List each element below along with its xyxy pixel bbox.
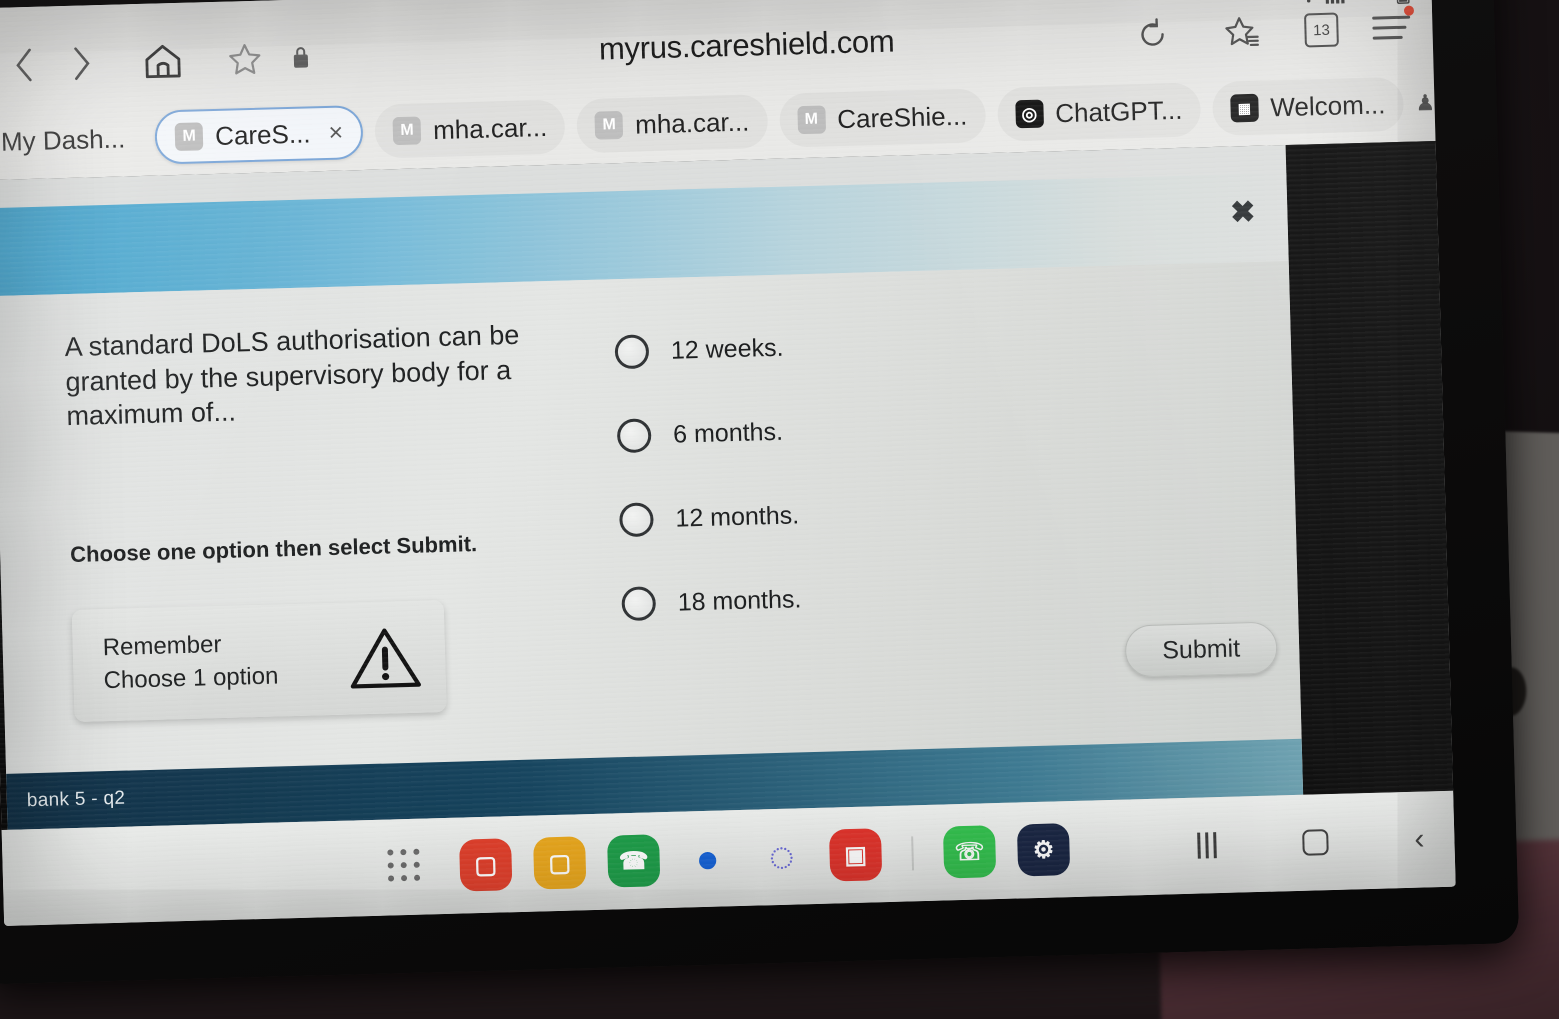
radio-button[interactable] [621,586,657,622]
samsung-notes-icon[interactable]: ▢ [459,838,513,892]
remember-text: Remember Choose 1 option [102,628,278,697]
tab-careshield-2[interactable]: M CareShie... [779,88,986,148]
gallery-icon[interactable]: ▣ [828,828,883,882]
my-files-icon[interactable]: ▢ [533,836,587,890]
tablet-device: 26% [0,0,1520,985]
tablet-screen: 26% [0,0,1456,926]
lock-icon [272,29,329,86]
radio-button[interactable] [619,502,654,538]
whatsapp-icon[interactable]: ☏ [942,825,997,879]
answer-options: 12 weeks. 6 months. 12 months. 18 months… [614,321,1143,671]
tab-count-label: 13 [1312,21,1331,39]
taskbar-divider [911,836,915,871]
bookmarks-icon[interactable] [1214,3,1271,60]
tab-welcome[interactable]: ▦ Welcom... [1212,77,1405,136]
recents-icon[interactable] [1197,832,1217,859]
m-favicon: M [392,116,422,146]
samsung-internet-icon[interactable]: ◌ [755,830,808,883]
tab-stack-icon[interactable]: 13 [1304,12,1339,48]
option-label: 18 months. [677,584,802,617]
m-favicon: M [796,105,826,135]
radio-button[interactable] [616,418,652,454]
forward-button[interactable] [52,35,109,92]
tab-label: My Dash... [0,122,126,157]
hamburger-menu-icon[interactable] [1372,5,1415,42]
radio-button[interactable] [614,334,650,370]
chatgpt-favicon: ◎ [1014,99,1044,129]
option-row[interactable]: 12 weeks. [614,321,1135,370]
web-page-viewport: Knowledge check ✖ A standard DoLS author… [0,140,1454,830]
secret-mode-icon[interactable]: ♟ [1415,90,1435,117]
letterbox-right [1285,140,1454,795]
back-button-icon[interactable]: ‹ [1414,823,1425,856]
tab-label: CareShie... [836,100,968,134]
warning-triangle-icon [346,622,424,692]
option-row[interactable]: 12 months. [619,489,1140,538]
url-text: myrus.careshield.com [598,23,895,67]
welcome-favicon: ▦ [1229,93,1259,123]
tab-label: mha.car... [432,111,548,145]
option-row[interactable]: 6 months. [616,405,1138,454]
knowledge-check-card: Knowledge check ✖ A standard DoLS author… [0,145,1304,830]
m-favicon: M [594,110,624,140]
messages-icon[interactable]: ● [681,832,734,885]
remember-heading: Remember [102,631,222,662]
tab-careshield-active[interactable]: M CareS... × [154,104,364,165]
tab-label: CareS... [214,117,311,151]
option-label: 6 months. [672,417,784,449]
instruction-text: Choose one option then select Submit. [69,530,478,567]
tab-mha-1[interactable]: M mha.car... [374,100,566,159]
m-favicon: M [174,122,204,152]
question-body: A standard DoLS authorisation can be gra… [0,260,1302,774]
option-label: 12 months. [675,500,800,533]
star-icon[interactable] [216,30,273,87]
photo-environment: 26% [0,0,1559,1019]
home-button-icon[interactable] [1302,829,1329,856]
option-label: 12 weeks. [670,333,784,365]
close-icon[interactable]: ✖ [1230,196,1256,230]
url-bar[interactable]: myrus.careshield.com [328,17,1125,75]
tab-label: Welcom... [1269,88,1386,122]
option-row[interactable]: 18 months. [621,573,1142,622]
question-bank-label: bank 5 - q2 [26,787,126,812]
tab-mha-2[interactable]: M mha.car... [576,94,768,153]
phone-icon[interactable]: ☎ [607,834,661,888]
question-left-column: A standard DoLS authorisation can be gra… [64,316,594,722]
app-grid-icon[interactable] [387,848,424,886]
tab-label: ChatGPT... [1054,94,1183,128]
close-tab-icon[interactable]: × [328,118,343,146]
back-button[interactable] [0,36,54,93]
tab-label: mha.car... [634,106,750,140]
android-nav-buttons: ‹ [1197,823,1425,861]
settings-icon[interactable]: ⚙ [1016,823,1071,877]
question-text: A standard DoLS authorisation can be gra… [64,319,520,432]
menu-notification-dot [1403,5,1415,16]
tab-my-dash[interactable]: My Dash... [0,111,144,169]
home-icon[interactable] [134,33,191,90]
submit-button[interactable]: Submit [1124,621,1278,678]
remember-callout: Remember Choose 1 option [71,599,447,722]
tab-chatgpt[interactable]: ◎ ChatGPT... [997,82,1202,141]
remember-body: Choose 1 option [103,662,279,694]
reload-icon[interactable] [1124,6,1181,63]
